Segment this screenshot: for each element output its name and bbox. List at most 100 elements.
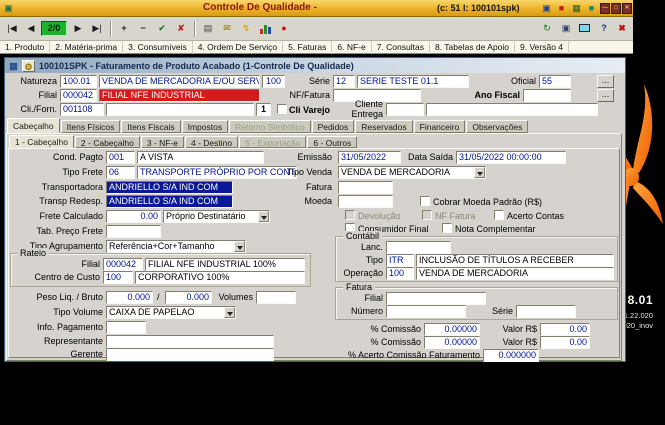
fatura-filial-input[interactable] (386, 292, 486, 305)
peso-bruto-input[interactable]: 0.000 (165, 291, 212, 304)
transp-redesp-input[interactable]: ANDRIELLO S/A IND COM (106, 195, 233, 208)
rateio-filial-desc-input[interactable]: FILIAL NFE INDUSTRIAL 100% (145, 258, 305, 271)
chevron-down-icon[interactable] (474, 167, 485, 178)
serie-desc-input[interactable]: SERIE TESTE 01.1 (357, 75, 469, 88)
representante-input[interactable] (106, 335, 274, 348)
tab-impostos[interactable]: Impostos (182, 120, 229, 133)
mail-button[interactable]: ✉ (218, 20, 236, 38)
tab-itens-fiscais[interactable]: Itens Fiscais (121, 120, 180, 133)
peso-liq-input[interactable]: 0.000 (106, 291, 153, 304)
valor2-input[interactable]: 0.00 (540, 336, 590, 349)
chevron-down-icon[interactable] (224, 307, 235, 318)
previous-record-button[interactable]: ◀ (22, 20, 40, 38)
subtab-2-cabecalho[interactable]: 2 - Cabeçalho (75, 136, 140, 148)
cliente-entrega-code-input[interactable] (386, 103, 424, 116)
minimize-button[interactable]: — (600, 3, 610, 14)
acerto-comissao-input[interactable]: 0.000000 (483, 349, 539, 362)
moeda-input[interactable] (338, 195, 393, 208)
data-saida-input[interactable]: 31/05/2022 00:00:00 (456, 151, 566, 164)
tab-cabecalho[interactable]: Cabeçalho (7, 118, 60, 133)
first-record-button[interactable]: |◀ (3, 20, 21, 38)
fatura-input[interactable] (338, 181, 393, 194)
natureza-code-input[interactable]: 100.01 (60, 75, 97, 88)
chevron-down-icon[interactable] (234, 241, 245, 252)
tools-icon[interactable]: ⚙ (22, 60, 35, 72)
transportadora-input[interactable]: ANDRIELLO S/A IND COM (106, 181, 233, 194)
tab-itens-fisicos[interactable]: Itens Físicos (61, 120, 121, 133)
tipo-frete-code-input[interactable]: 06 (106, 166, 135, 179)
chart-button[interactable] (256, 20, 274, 38)
acerto-contas-checkbox[interactable] (494, 210, 504, 220)
comissao1-input[interactable]: 0.00000 (424, 323, 480, 336)
confirm-button[interactable]: ✔ (153, 20, 171, 38)
serie-input[interactable] (516, 305, 576, 318)
subtab-3-nfe[interactable]: 3 - NF-e (141, 136, 184, 148)
tipo-desc-input[interactable]: INCLUSÃO DE TÍTULOS A RECEBER (416, 254, 614, 267)
menu-item-tabelas-de-apoio[interactable]: 8. Tabelas de Apoio (430, 41, 515, 54)
print-button[interactable]: ▤ (199, 20, 217, 38)
subtab-1-cabecalho[interactable]: 1 - Cabeçalho (9, 135, 74, 148)
menu-item-consumiveis[interactable]: 3. Consumíveis (123, 41, 193, 54)
close-button[interactable]: ✕ (622, 3, 632, 14)
form-window-titlebar[interactable]: ▦ ⚙ 100101SPK - Faturamento de Produto A… (5, 58, 625, 73)
menu-item-materia-prima[interactable]: 2. Matéria-prima (50, 41, 123, 54)
tipo-volume-select[interactable]: CAIXA DE PAPELAO (106, 306, 236, 319)
numero-input[interactable] (386, 305, 466, 318)
status-icon[interactable]: ■ (585, 2, 598, 14)
maximize-button[interactable]: □ (611, 3, 621, 14)
serie-code-input[interactable]: 12 (333, 75, 355, 88)
cli-forn-code-input[interactable]: 001108 (60, 103, 104, 116)
tipo-frete-desc-input[interactable]: TRANSPORTE PRÓPRIO POR CONTA D (137, 166, 297, 179)
menu-item-produto[interactable]: 1. Produto (0, 41, 50, 54)
tab-financeiro[interactable]: Financeiro (414, 120, 466, 133)
tab-reservados[interactable]: Reservados (355, 120, 412, 133)
frete-calculado-input[interactable]: 0.00 (106, 210, 161, 223)
volumes-input[interactable] (256, 291, 296, 304)
tab-preco-frete-input[interactable] (106, 225, 161, 238)
rateio-filial-code-input[interactable]: 000042 (103, 258, 143, 271)
process-button[interactable]: ↯ (237, 20, 255, 38)
operacao-code-input[interactable]: 100 (386, 267, 414, 280)
oficial-lookup-button[interactable]: ... (597, 75, 614, 88)
menu-item-nfe[interactable]: 6. NF-e (332, 41, 371, 54)
monitor-icon[interactable]: ▣ (540, 2, 553, 14)
monitor-button[interactable] (576, 20, 594, 38)
frete-tipo-select[interactable]: Próprio Destinatário (163, 210, 270, 223)
record-button[interactable]: ● (275, 20, 293, 38)
subtab-4-destino[interactable]: 4 - Destino (185, 136, 238, 148)
valor1-input[interactable]: 0.00 (540, 323, 590, 336)
cond-pagto-desc-input[interactable]: A VISTA (137, 151, 264, 164)
help-button[interactable]: ? (595, 20, 613, 38)
windows-button[interactable]: ▣ (557, 20, 575, 38)
natureza-extra-input[interactable]: 100 (262, 75, 285, 88)
emissao-input[interactable]: 31/05/2022 (338, 151, 401, 164)
tipo-code-input[interactable]: ITR (386, 254, 414, 267)
add-button[interactable]: + (115, 20, 133, 38)
info-pagamento-input[interactable] (106, 321, 146, 334)
cli-varejo-checkbox[interactable] (277, 104, 287, 114)
tab-pedidos[interactable]: Pedidos (312, 120, 355, 133)
cobrar-moeda-checkbox[interactable] (420, 196, 430, 206)
cancel-button[interactable]: ✘ (172, 20, 190, 38)
lanc-input[interactable] (386, 241, 451, 254)
filial-desc-input[interactable]: FILIAL NFE INDUSTRIAL (99, 89, 260, 102)
menu-item-consultas[interactable]: 7. Consultas (372, 41, 430, 54)
centro-custo-desc-input[interactable]: CORPORATIVO 100% (135, 271, 305, 284)
natureza-desc-input[interactable]: VENDA DE MERCADORIA E/OU SERVI (99, 75, 260, 88)
next-record-button[interactable]: ▶ (69, 20, 87, 38)
operacao-desc-input[interactable]: VENDA DE MERCADORIA (416, 267, 614, 280)
tipo-agrupamento-select[interactable]: Referência+Cor+Tamanho (106, 240, 246, 253)
cli-forn-name-input[interactable] (106, 103, 254, 116)
last-record-button[interactable]: ▶| (88, 20, 106, 38)
calendar-icon[interactable]: ▦ (570, 2, 583, 14)
app-titlebar[interactable]: ▣ Controle De Qualidade - (c: 51 l: 1001… (0, 0, 633, 17)
cond-pagto-code-input[interactable]: 001 (106, 151, 135, 164)
comissao2-input[interactable]: 0.00000 (424, 336, 480, 349)
refresh-button[interactable]: ↻ (538, 20, 556, 38)
exit-button[interactable]: ✖ (613, 20, 631, 38)
centro-custo-code-input[interactable]: 100 (103, 271, 133, 284)
alert-icon[interactable]: ■ (555, 2, 568, 14)
menu-item-faturas[interactable]: 5. Faturas (283, 41, 332, 54)
menu-item-versao-4[interactable]: 9. Versão 4 (515, 41, 569, 54)
remove-button[interactable]: − (134, 20, 152, 38)
